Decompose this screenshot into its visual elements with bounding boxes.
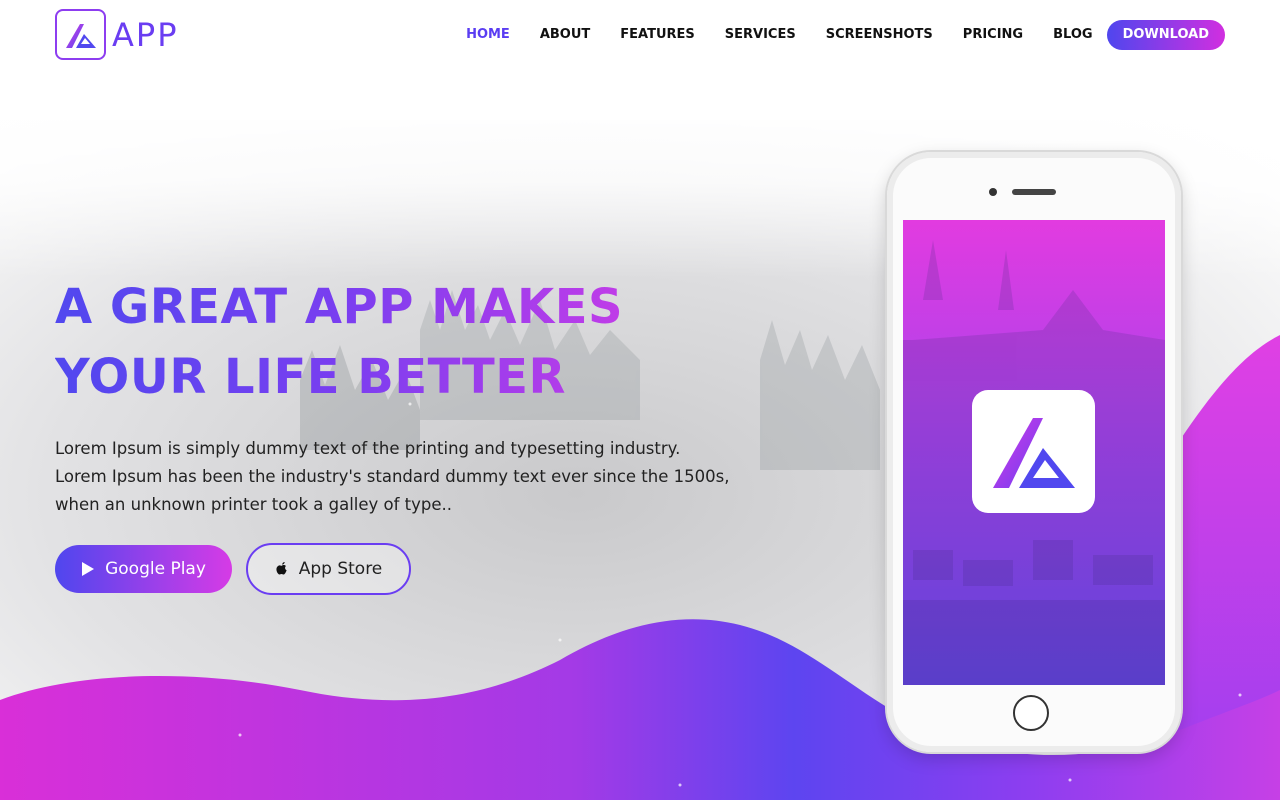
nav-features[interactable]: FEATURES <box>620 18 695 52</box>
hero-headline-line2: YOUR LIFE BETTER <box>55 349 566 405</box>
phone-screen <box>903 220 1165 685</box>
hero-description: Lorem Ipsum is simply dummy text of the … <box>55 439 730 514</box>
nav-about[interactable]: ABOUT <box>540 18 590 52</box>
brand-logo[interactable]: APP <box>55 9 178 60</box>
nav-screenshots[interactable]: SCREENSHOTS <box>826 18 933 52</box>
phone-mockup <box>887 152 1181 752</box>
google-play-label: Google Play <box>105 559 206 579</box>
app-store-label: App Store <box>298 559 383 579</box>
nav-pricing[interactable]: PRICING <box>963 18 1023 52</box>
google-play-button[interactable]: Google Play <box>55 545 232 593</box>
apple-icon <box>275 561 289 577</box>
download-button[interactable]: DOWNLOAD <box>1106 20 1225 50</box>
hero-headline: A GREAT APP MAKES YOUR LIFE BETTER <box>55 272 695 412</box>
phone-speaker <box>1012 189 1056 195</box>
app-logo-icon <box>992 417 1075 488</box>
hero-headline-line1: A GREAT APP MAKES <box>55 279 624 335</box>
phone-home-button <box>1013 695 1049 731</box>
nav-services[interactable]: SERVICES <box>725 18 796 52</box>
main-nav: HOME ABOUT FEATURES SERVICES SCREENSHOTS… <box>436 18 1225 52</box>
phone-camera <box>989 188 997 196</box>
app-logo-icon <box>55 9 106 60</box>
play-icon <box>81 561 95 577</box>
brand-name: APP <box>112 15 179 54</box>
app-icon <box>972 390 1095 513</box>
nav-home[interactable]: HOME <box>466 18 510 52</box>
nav-blog[interactable]: BLOG <box>1053 18 1092 52</box>
app-store-button[interactable]: App Store <box>246 543 411 595</box>
